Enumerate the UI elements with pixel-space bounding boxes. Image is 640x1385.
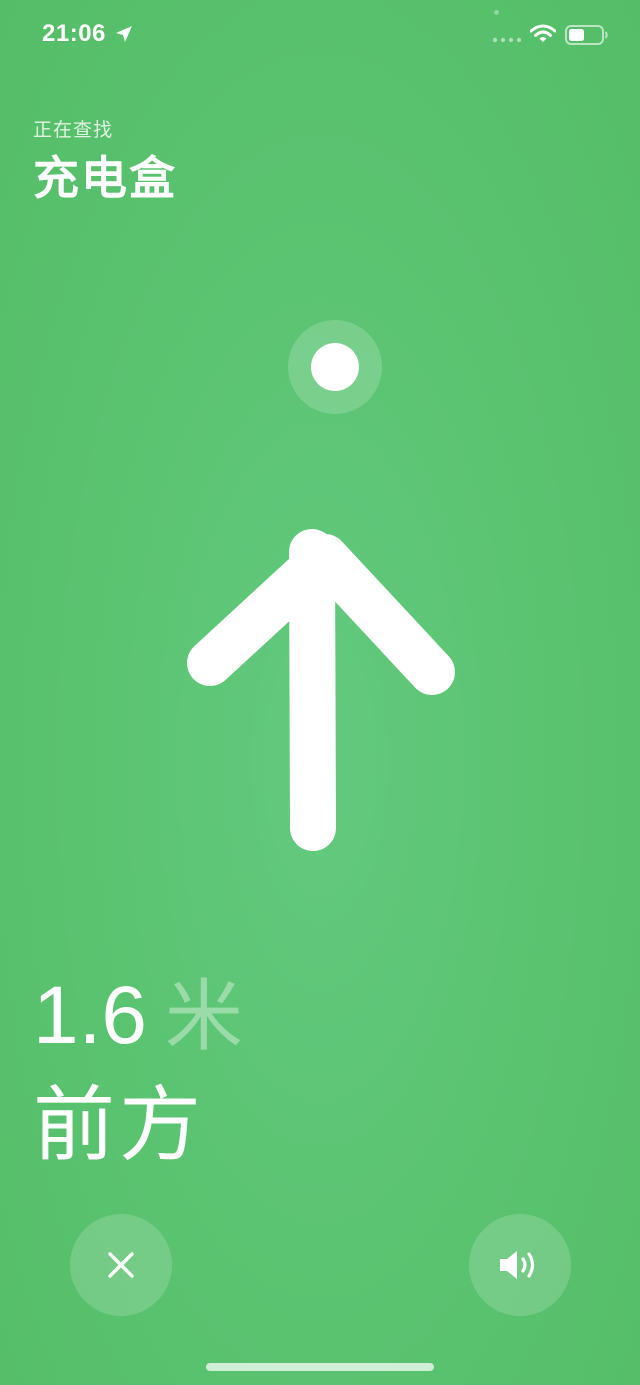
speaker-icon bbox=[500, 1251, 535, 1279]
battery-icon bbox=[565, 25, 608, 45]
finding-label: 正在查找 bbox=[33, 119, 114, 141]
close-icon bbox=[108, 1252, 134, 1278]
target-dot bbox=[311, 343, 359, 391]
target-indicator bbox=[288, 320, 382, 414]
item-title: 充电盒 bbox=[33, 151, 177, 205]
home-indicator[interactable] bbox=[206, 1363, 434, 1371]
distance-readout: 1.6 米 bbox=[33, 975, 243, 1057]
status-bar: 21:06 bbox=[0, 0, 640, 70]
distance-value: 1.6 bbox=[33, 970, 147, 1061]
direction-arrow-icon bbox=[187, 529, 455, 851]
close-button[interactable] bbox=[70, 1214, 172, 1316]
play-sound-button[interactable] bbox=[469, 1214, 571, 1316]
wifi-icon bbox=[530, 24, 556, 42]
status-time: 21:06 bbox=[42, 20, 106, 47]
status-dot bbox=[494, 10, 499, 15]
distance-unit: 米 bbox=[165, 972, 244, 1062]
location-arrow-icon bbox=[116, 26, 132, 42]
direction-label: 前方 bbox=[33, 1078, 206, 1173]
cellular-signal-icon bbox=[492, 37, 522, 43]
